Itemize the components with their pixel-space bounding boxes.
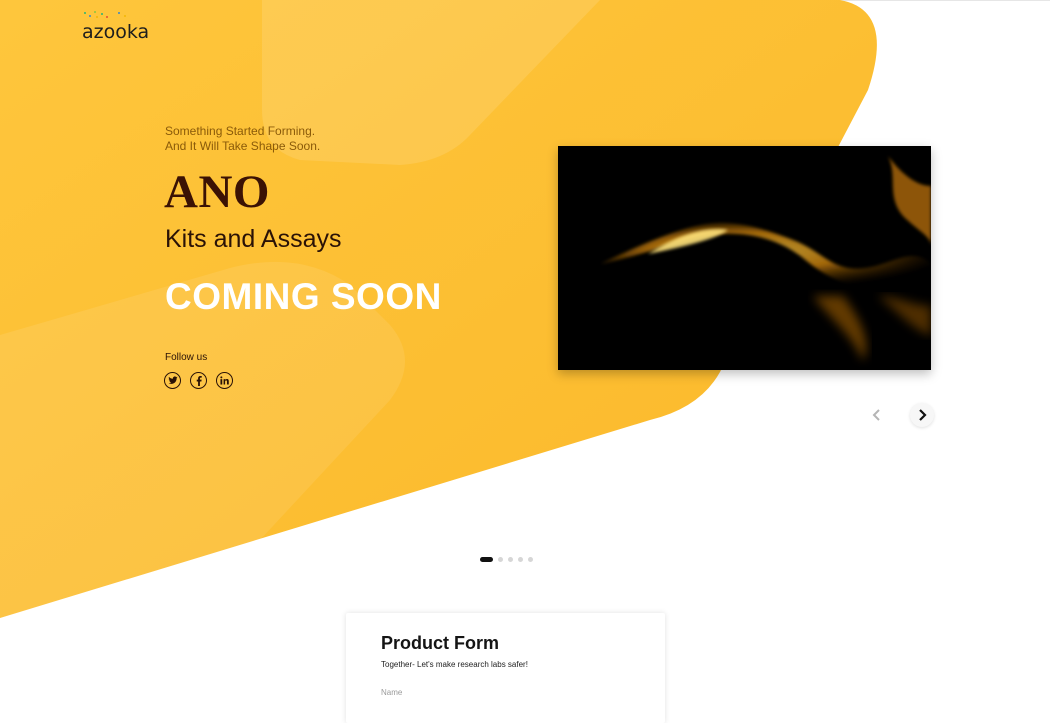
product-form-card: Product Form Together- Let's make resear… <box>346 613 665 723</box>
follow-us-label: Follow us <box>165 352 208 363</box>
facebook-icon[interactable] <box>190 372 207 389</box>
form-subtitle: Together- Let's make research labs safer… <box>381 660 528 669</box>
pagination-dot-1[interactable] <box>480 557 493 562</box>
carousel-pagination <box>480 557 533 562</box>
pagination-dot-3[interactable] <box>508 557 513 562</box>
chevron-left-icon <box>872 409 880 421</box>
name-field-label[interactable]: Name <box>381 688 402 697</box>
twitter-icon[interactable] <box>164 372 181 389</box>
product-brand: ANO <box>164 166 270 218</box>
hero-tagline: Something Started Forming. And It Will T… <box>165 124 321 153</box>
social-links <box>164 372 233 389</box>
pagination-dot-5[interactable] <box>528 557 533 562</box>
azooka-logo[interactable]: azooka <box>82 10 162 43</box>
product-subtitle: Kits and Assays <box>165 225 342 253</box>
pagination-dot-2[interactable] <box>498 557 503 562</box>
logo-wordmark: azooka <box>82 21 150 43</box>
coming-soon-headline: COMING SOON <box>165 276 442 317</box>
chevron-right-icon <box>919 409 927 421</box>
logo-dots <box>82 10 142 20</box>
linkedin-icon[interactable] <box>216 372 233 389</box>
hero-media[interactable] <box>558 146 931 370</box>
carousel-prev-button[interactable] <box>865 403 889 427</box>
pagination-dot-4[interactable] <box>518 557 523 562</box>
carousel-next-button[interactable] <box>910 403 934 427</box>
media-artwork <box>558 146 931 370</box>
form-title: Product Form <box>381 633 500 653</box>
